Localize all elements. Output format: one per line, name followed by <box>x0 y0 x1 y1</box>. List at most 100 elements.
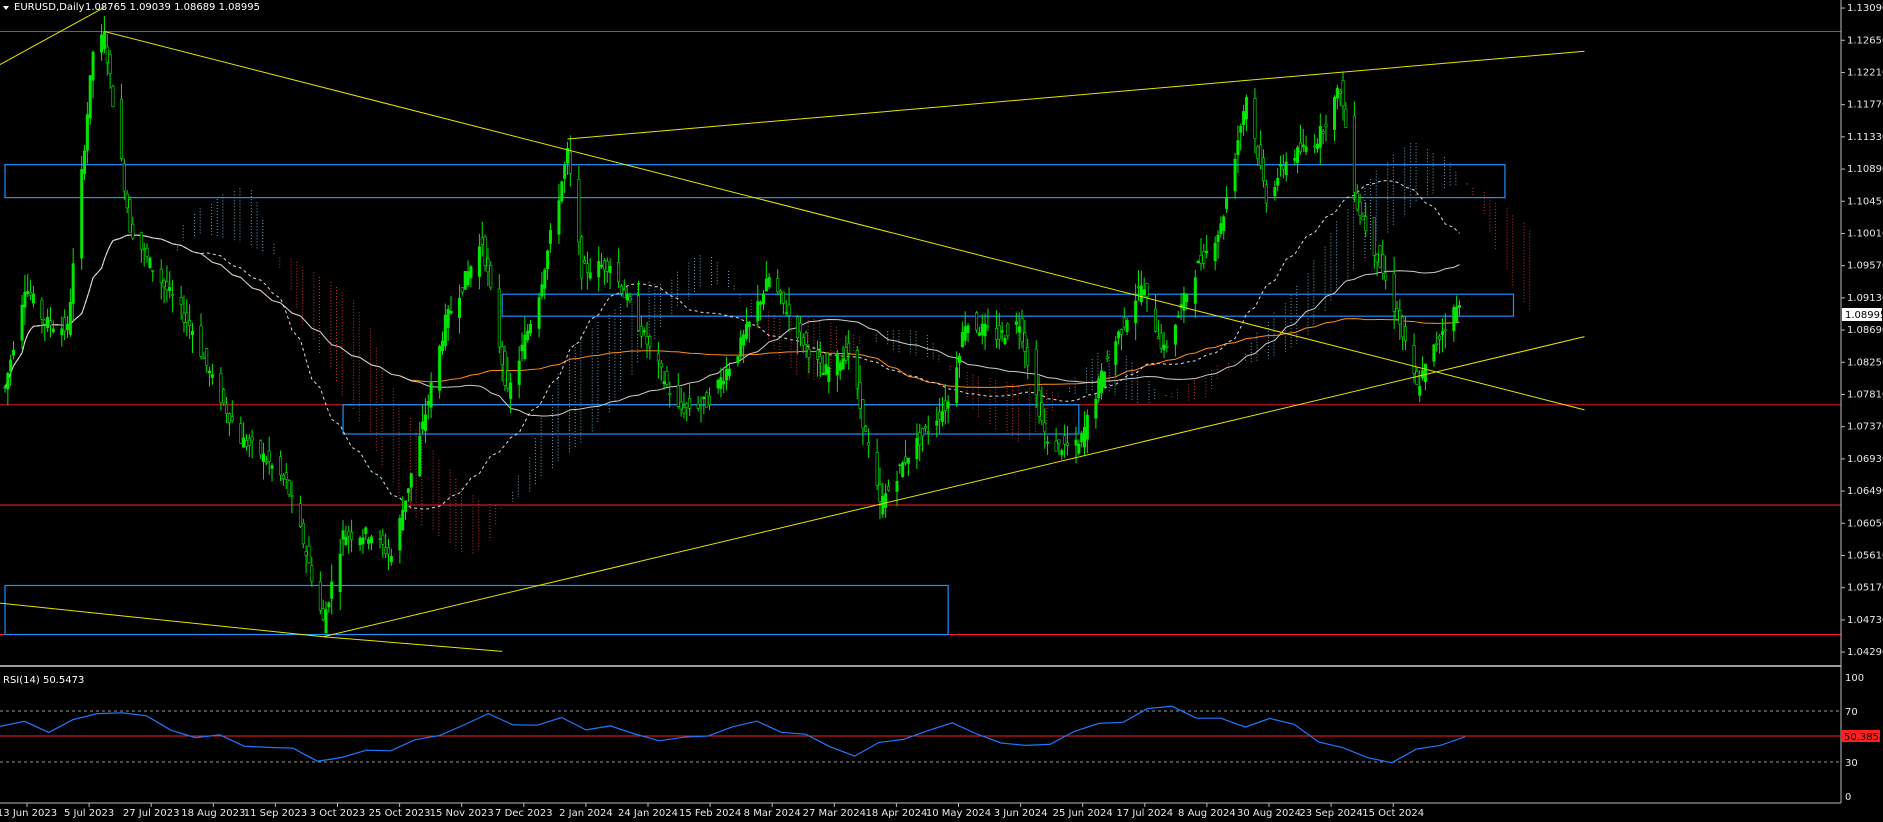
time-tick-label: 25 Oct 2023 <box>369 808 431 819</box>
candle-body <box>122 163 126 192</box>
price-tick-label: 1.04290 <box>1847 647 1883 658</box>
candle-body <box>1375 253 1379 263</box>
candle-body <box>682 407 686 414</box>
candle-body <box>699 404 703 407</box>
candle-body <box>815 350 819 360</box>
candle-body <box>1381 254 1385 274</box>
candle-body <box>179 297 183 305</box>
candle-body <box>1443 329 1447 332</box>
candle-body <box>290 495 294 497</box>
candle-body <box>1006 323 1010 337</box>
candle-body <box>1253 98 1257 140</box>
candle-body <box>1452 307 1456 332</box>
candle-body <box>722 380 726 385</box>
candle-body <box>20 304 24 341</box>
candle-body <box>165 281 169 291</box>
candle-body <box>284 472 288 480</box>
candle-body <box>1074 439 1078 446</box>
candle-body <box>526 330 530 341</box>
candle-body <box>483 236 487 266</box>
candle-body <box>898 464 902 467</box>
time-tick-label: 2 Jan 2024 <box>559 808 613 819</box>
candle-body <box>625 293 629 301</box>
candle-body <box>861 399 865 429</box>
price-tick-label: 1.06050 <box>1847 518 1883 529</box>
candle-body <box>1117 331 1121 339</box>
candle-body <box>463 271 467 290</box>
symbol-title: EURUSD,Daily <box>14 2 85 13</box>
candle-body <box>497 288 501 348</box>
candle-body <box>841 358 845 370</box>
candle-body <box>119 98 123 159</box>
candle-body <box>759 301 763 305</box>
candle-body <box>91 51 95 81</box>
candle-body <box>102 32 106 49</box>
candle-body <box>1083 426 1087 448</box>
candle-body <box>708 395 712 406</box>
candle-body <box>881 496 885 515</box>
candle-body <box>321 608 325 621</box>
candle-body <box>1455 306 1459 323</box>
time-tick-label: 8 Aug 2024 <box>1178 808 1236 819</box>
candle-body <box>781 291 785 304</box>
candle-body <box>923 426 927 429</box>
candle-body <box>983 323 987 337</box>
candle-body <box>225 404 229 414</box>
candle-body <box>1276 177 1280 186</box>
candle-body <box>1043 422 1047 433</box>
candle-body <box>938 411 942 420</box>
candle-body <box>1344 108 1348 128</box>
candle-body <box>543 269 547 289</box>
candle-body <box>347 531 351 537</box>
candle-body <box>1023 332 1027 352</box>
candle-body <box>1392 273 1396 312</box>
candle-body <box>1395 308 1399 320</box>
price-axis: 1.13090 1.12650 1.12210 1.11770 1.11330 1.108… <box>1841 3 1883 658</box>
price-tick-label: 1.06490 <box>1847 486 1883 497</box>
candle-body <box>1264 184 1268 204</box>
candle-body <box>318 581 322 611</box>
candle-body <box>1301 144 1305 148</box>
candle-body <box>6 372 10 390</box>
price-tick-label: 1.05170 <box>1847 583 1883 594</box>
candle-body <box>185 312 189 323</box>
candle-body <box>1333 97 1337 130</box>
candle-body <box>835 353 839 376</box>
candle-body <box>1404 326 1408 341</box>
candle-body <box>1273 187 1277 197</box>
candle-body <box>199 325 203 357</box>
candle-body <box>676 385 680 407</box>
price-chart[interactable]: EURUSD,Daily 1.08765 1.09039 1.08689 1.0… <box>0 0 1883 822</box>
candle-body <box>344 536 348 546</box>
candle-body <box>1136 286 1140 289</box>
candle-body <box>1057 439 1061 444</box>
chart-background <box>0 0 1883 822</box>
candle-body <box>406 488 410 494</box>
candle-body <box>608 265 612 273</box>
time-tick-label: 10 May 2024 <box>926 808 991 819</box>
candle-body <box>977 332 981 336</box>
rsi-level-30-label: 30 <box>1845 758 1858 769</box>
candle-body <box>1142 289 1146 296</box>
candle-body <box>1242 111 1246 125</box>
candle-body <box>798 322 802 333</box>
candle-body <box>875 452 879 486</box>
candle-body <box>1225 197 1229 209</box>
candle-body <box>1114 341 1118 365</box>
candle-body <box>605 260 609 272</box>
rsi-level-0-label: 0 <box>1845 792 1851 803</box>
candle-body <box>438 345 442 391</box>
candle-body <box>1341 80 1345 107</box>
time-tick-label: 25 Jun 2024 <box>1053 808 1113 819</box>
candle-body <box>725 368 729 381</box>
candle-body <box>1054 440 1058 452</box>
candle-body <box>1398 310 1402 325</box>
candle-body <box>1418 385 1422 396</box>
candle-body <box>307 545 311 564</box>
candle-body <box>1298 142 1302 153</box>
candle-body <box>548 230 552 244</box>
candle-body <box>1432 344 1436 362</box>
candle-body <box>1421 370 1425 379</box>
candle-body <box>688 398 692 409</box>
candle-body <box>202 357 206 360</box>
